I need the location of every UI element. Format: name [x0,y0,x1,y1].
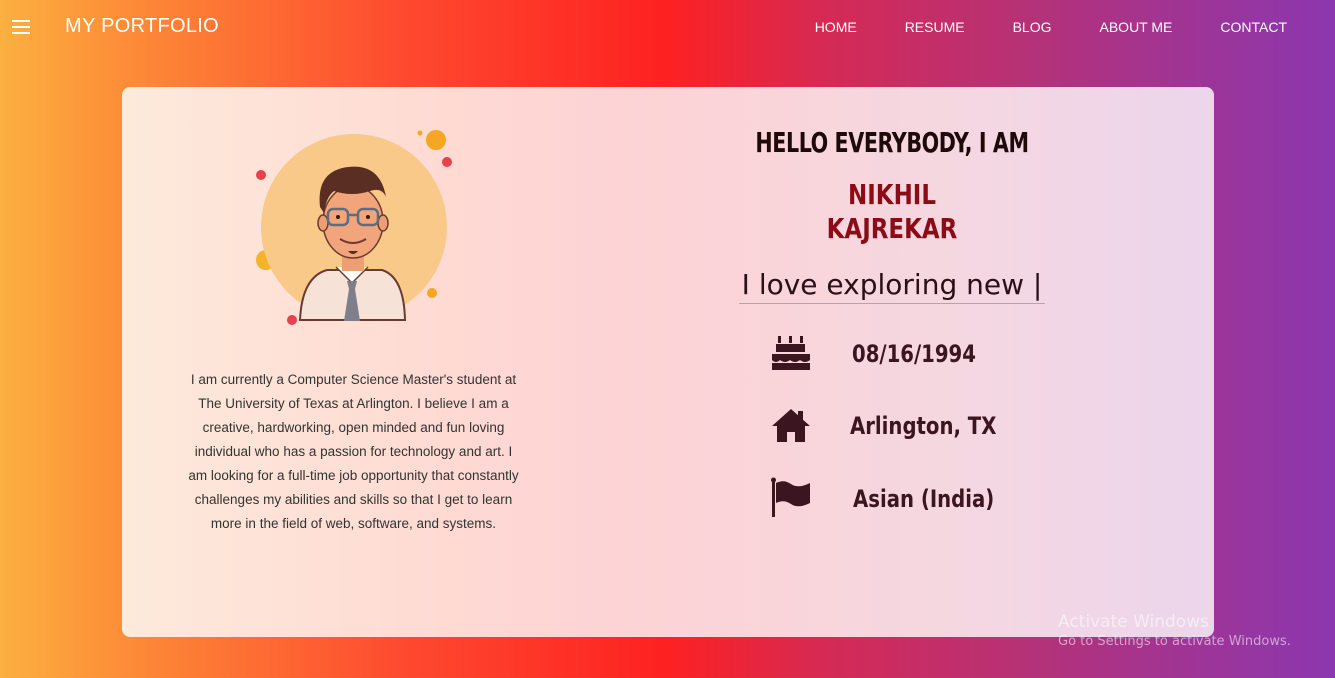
birthday-cake-icon [772,336,810,370]
greeting-heading: HELLO EVERYBODY, I AM [755,126,1029,159]
brand-title[interactable]: MY PORTFOLIO [65,15,219,38]
flag-icon [771,477,810,517]
about-text: I am currently a Computer Science Master… [188,372,519,531]
info-location: Arlington, TX [770,404,1070,448]
profile-card: I am currently a Computer Science Master… [122,87,1214,637]
nav-resume[interactable]: RESUME [905,19,965,35]
nav-links: HOME RESUME BLOG ABOUT ME CONTACT [767,19,1287,35]
navbar: MY PORTFOLIO HOME RESUME BLOG ABOUT ME C… [0,0,1335,54]
info-ethnicity-text: Asian (India) [853,485,995,513]
typing-text: I love exploring new | [739,268,1045,304]
hamburger-icon[interactable] [12,20,30,34]
info-location-text: Arlington, TX [850,412,997,440]
watermark-title: Activate Windows [1058,612,1209,632]
full-name: NIKHIL KAJREKAR [720,178,1064,246]
nav-contact[interactable]: CONTACT [1220,19,1287,35]
avatar-illustration [256,130,452,325]
first-name: NIKHIL [848,178,936,211]
last-name: KAJREKAR [826,212,958,245]
nav-home[interactable]: HOME [815,19,857,35]
info-ethnicity: Asian (India) [770,477,1070,521]
avatar [252,127,462,337]
info-birthday: 08/16/1994 [770,332,1070,376]
activate-windows-watermark: Activate Windows Go to Settings to activ… [1058,612,1291,649]
nav-about-me[interactable]: ABOUT ME [1100,19,1173,35]
nav-blog[interactable]: BLOG [1013,19,1052,35]
home-icon [772,409,810,442]
watermark-subtitle: Go to Settings to activate Windows. [1058,634,1291,649]
info-birthday-text: 08/16/1994 [852,340,976,368]
